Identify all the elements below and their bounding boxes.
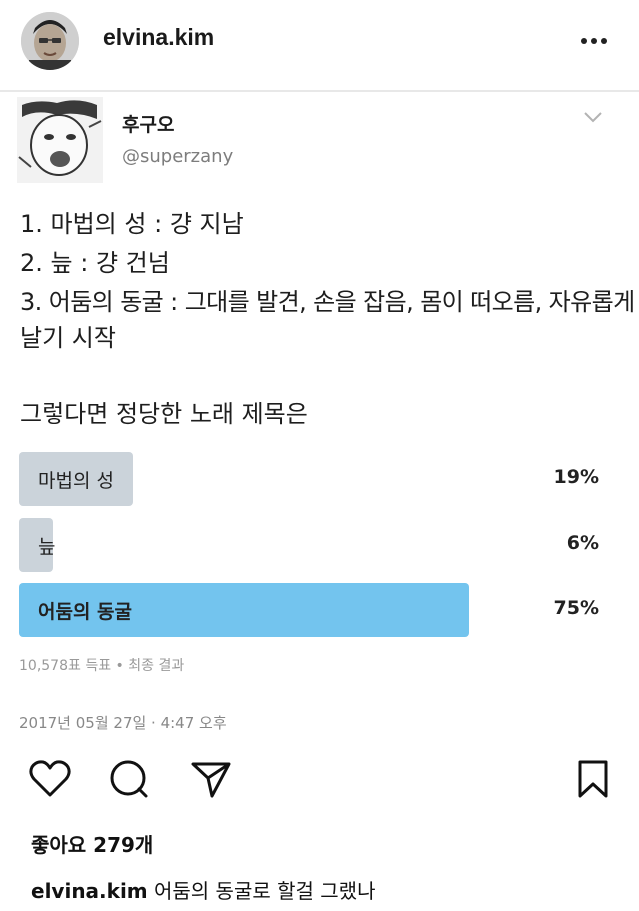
poll-option-percent: 75% [553,597,599,619]
likes-count[interactable]: 좋아요 279개 [31,829,153,858]
tweet-author-name: 후구오 [122,114,175,136]
comment-icon[interactable] [106,756,152,802]
heart-icon[interactable] [27,756,73,802]
tweet-line-3: 3. 어둠의 동굴 : 그대를 발견, 손을 잡음, 몸이 떠오름, 자유롭게 [20,288,635,316]
post-username[interactable]: elvina.kim [103,24,214,51]
post-caption: elvina.kim 어둠의 동굴로 할걸 그랬나 [31,875,375,904]
poll-option-label: 늪 [38,536,56,558]
bookmark-icon[interactable] [570,756,616,802]
post-header: elvina.kim [0,0,639,86]
caption-text: 어둠의 동굴로 할걸 그랬나 [154,879,376,903]
tweet-line-4: 날기 시작 [20,324,116,352]
caption-username[interactable]: elvina.kim [31,879,148,903]
poll-option-percent: 6% [566,532,599,554]
poll-option-3: 어둠의 동굴 75% [19,583,599,637]
poll-option-1: 마법의 성 19% [19,452,599,506]
divider [0,90,639,92]
tweet-date: 2017년 05월 27일 · 4:47 오후 [19,714,227,732]
poll-option-label: 어둠의 동굴 [38,601,133,623]
poll-option-percent: 19% [553,466,599,488]
tweet-avatar [17,97,103,183]
chevron-down-icon [582,108,604,126]
tweet-question: 그렇다면 정당한 노래 제목은 [20,400,308,428]
poll-summary: 10,578표 득표 • 최종 결과 [19,658,185,674]
send-icon[interactable] [188,756,234,802]
more-horizontal-icon[interactable] [577,24,611,58]
tweet-line-1: 1. 마법의 성 : 걍 지남 [20,210,244,238]
tweet-line-2: 2. 늪 : 걍 건넘 [20,249,170,277]
poll-option-2: 늪 6% [19,518,599,572]
avatar[interactable] [21,12,79,70]
tweet-author-handle: @superzany [122,146,234,167]
poll-option-label: 마법의 성 [38,470,114,492]
